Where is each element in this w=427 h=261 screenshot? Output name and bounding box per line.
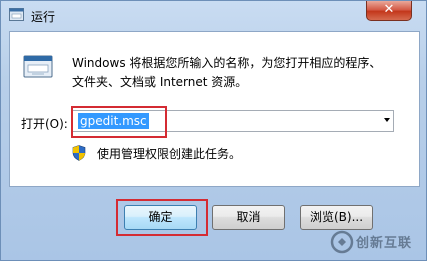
watermark: 创新互联 <box>328 226 427 260</box>
run-program-icon <box>23 55 53 78</box>
input-highlight-box <box>71 106 167 138</box>
ok-highlight-box <box>116 199 208 236</box>
uac-shield-icon <box>72 145 86 161</box>
window-title: 运行 <box>31 10 56 24</box>
close-icon: ✕ <box>383 2 395 17</box>
watermark-text: 创新互联 <box>356 236 413 251</box>
description-line-2: 文件夹、文档或 Internet 资源。 <box>72 75 248 89</box>
run-app-icon <box>9 8 24 21</box>
dropdown-arrow-icon[interactable] <box>384 118 390 122</box>
close-button[interactable]: ✕ <box>366 1 412 21</box>
watermark-logo-icon <box>330 230 354 254</box>
cancel-button[interactable]: 取消 <box>212 205 285 230</box>
title-bar[interactable]: 运行 ✕ <box>1 1 426 31</box>
dialog-description: Windows 将根据您所输入的名称，为您打开相应的程序、 文件夹、文档或 In… <box>72 54 381 92</box>
description-line-1: Windows 将根据您所输入的名称，为您打开相应的程序、 <box>72 56 382 70</box>
open-label: 打开(O): <box>21 117 68 131</box>
run-dialog-window: 运行 ✕ Windows 将根据您所输入的名称，为您打开相应的程序、 文件夹、文… <box>0 0 427 261</box>
dialog-body: Windows 将根据您所输入的名称，为您打开相应的程序、 文件夹、文档或 In… <box>9 31 420 187</box>
admin-note: 使用管理权限创建此任务。 <box>97 147 242 161</box>
